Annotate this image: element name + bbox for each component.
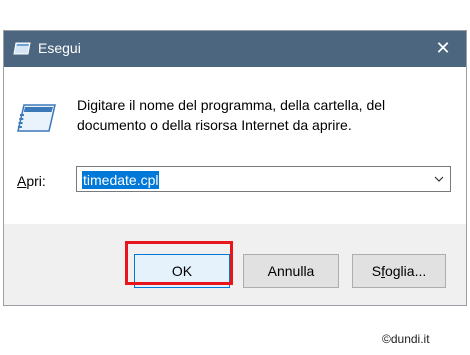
button-panel: OK Annulla Sfoglia... (4, 224, 466, 305)
title-bar[interactable]: Esegui ✕ (4, 31, 466, 67)
open-input-value[interactable]: timedate.cpl (82, 171, 160, 189)
watermark: ©dundi.it (382, 332, 430, 346)
run-dialog: Esegui ✕ Digitare il nome del programma,… (3, 30, 467, 306)
cancel-button[interactable]: Annulla (243, 254, 339, 288)
chevron-down-icon[interactable] (434, 174, 444, 184)
close-button[interactable]: ✕ (420, 31, 466, 67)
dialog-description: Digitare il nome del programma, della ca… (77, 97, 386, 133)
ok-highlight-annotation (125, 241, 233, 285)
window-title: Esegui (38, 40, 81, 56)
run-icon (17, 104, 56, 132)
open-label: Apri: (17, 173, 46, 189)
open-label-access-key: A (17, 173, 27, 189)
open-combobox[interactable]: timedate.cpl (76, 166, 451, 192)
browse-button[interactable]: Sfoglia... (352, 254, 446, 288)
run-dialog-icon (13, 42, 31, 55)
